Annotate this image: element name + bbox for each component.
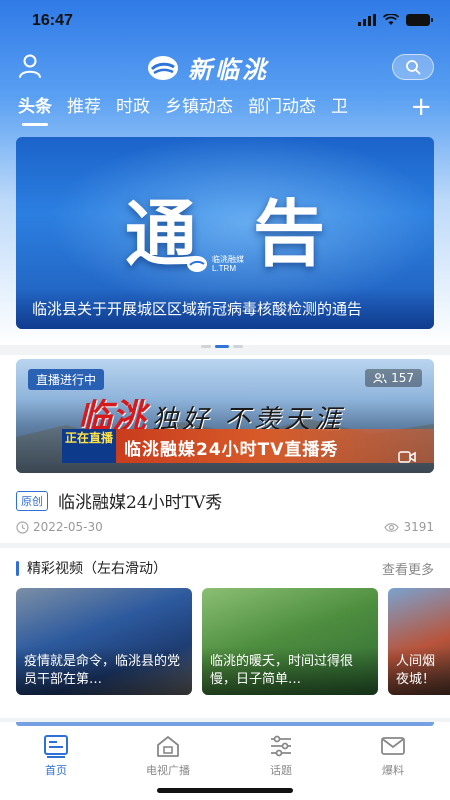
- status-time: 16:47: [32, 12, 73, 29]
- featured-videos-section: 精彩视频（左右滑动） 查看更多 疫情就是命令，临洮县的党员干部在第… 临洮的暖夭…: [0, 548, 450, 718]
- eye-icon: [384, 522, 400, 532]
- live-status-tag: 直播进行中: [28, 369, 105, 390]
- mail-icon: [381, 737, 405, 755]
- carousel-indicator: [201, 345, 243, 348]
- live-strip-badge: 正在直播: [62, 429, 116, 463]
- add-channel-button[interactable]: +: [410, 92, 432, 122]
- video-camera-icon: [398, 451, 416, 463]
- brand-name: 新临洮: [188, 55, 269, 84]
- tabbar-divider: [16, 722, 434, 726]
- tab-tv-radio-label: 电视广播: [146, 764, 190, 777]
- tv-broadcast-icon: [157, 736, 179, 757]
- channel-tabs: 头条 推荐 时政 乡镇动态 部门动态 卫 +: [0, 90, 450, 128]
- viewer-count: 157: [391, 371, 414, 385]
- tab-health[interactable]: 卫: [331, 90, 348, 124]
- original-badge: 原创: [16, 490, 48, 511]
- channel-tab-strip: 头条 推荐 时政 乡镇动态 部门动态 卫: [18, 90, 398, 128]
- banner-caption: 临洮县关于开展城区区域新冠病毒核酸检测的通告: [16, 289, 434, 329]
- user-icon[interactable]: [16, 52, 44, 80]
- status-icons: [358, 14, 433, 26]
- videos-title: 精彩视频（左右滑动）: [16, 558, 167, 578]
- live-strip: 正在直播 临洮融媒24小时TV直播秀: [62, 429, 434, 463]
- tab-headlines[interactable]: 头条: [18, 90, 52, 126]
- live-stream-thumbnail[interactable]: 临洮 独好 不羡天涯 正在直播 临洮融媒24小时TV直播秀 直播进行中 157: [16, 359, 434, 473]
- viewers-icon: [373, 372, 387, 383]
- video-caption: 疫情就是命令，临洮县的党员干部在第…: [16, 647, 192, 695]
- view-count-text: 3191: [403, 520, 434, 534]
- video-card[interactable]: 临洮的暖夭，时间过得很慢，日子简单…: [202, 588, 378, 695]
- video-card[interactable]: 人间烟夜城！: [388, 588, 450, 695]
- clock-icon: [16, 520, 29, 534]
- top-bar: 新临洮: [0, 48, 450, 84]
- publish-date: 2022-05-30: [16, 520, 103, 534]
- tab-home-label: 首页: [45, 764, 67, 777]
- tab-recommend[interactable]: 推荐: [67, 90, 101, 124]
- viewer-count-tag: 157: [365, 369, 422, 387]
- tab-department-news[interactable]: 部门动态: [248, 90, 316, 124]
- live-stream-card[interactable]: 临洮 独好 不羡天涯 正在直播 临洮融媒24小时TV直播秀 直播进行中 157 …: [0, 355, 450, 543]
- search-button[interactable]: [392, 54, 434, 80]
- tab-tips[interactable]: 爆料: [358, 734, 428, 778]
- live-headline[interactable]: 原创 临洮融媒24小时TV秀: [16, 488, 222, 513]
- section-accent-bar: [16, 560, 19, 576]
- home-news-icon: [44, 735, 68, 758]
- signal-icon: [358, 14, 376, 26]
- headline-banner[interactable]: 通告 临洮融媒 L.TRM 临洮县关于开展城区区域新冠病毒核酸检测的通告: [16, 137, 434, 329]
- videos-title-text: 精彩视频（左右滑动）: [27, 561, 167, 577]
- topics-sliders-icon: [271, 735, 291, 757]
- media-logo-icon: [187, 256, 207, 272]
- tab-politics[interactable]: 时政: [116, 90, 150, 124]
- wifi-icon: [383, 14, 399, 25]
- video-caption: 临洮的暖夭，时间过得很慢，日子简单…: [202, 647, 378, 695]
- brand-logo-icon: [148, 55, 178, 80]
- tab-topics[interactable]: 话题: [246, 734, 316, 778]
- videos-header: 精彩视频（左右滑动） 查看更多: [16, 558, 434, 578]
- live-strip-text: 临洮融媒24小时TV直播秀: [124, 440, 339, 460]
- brand: 新临洮: [146, 50, 269, 85]
- live-meta: 2022-05-30 3191: [16, 520, 434, 534]
- tab-tips-label: 爆料: [382, 764, 404, 777]
- video-card[interactable]: 疫情就是命令，临洮县的党员干部在第…: [16, 588, 192, 695]
- home-indicator: [157, 788, 293, 793]
- carousel-dot: [201, 345, 211, 348]
- tab-township-news[interactable]: 乡镇动态: [165, 90, 233, 124]
- video-caption: 人间烟夜城！: [388, 647, 450, 695]
- media-logo-cn: 临洮融媒: [212, 255, 244, 264]
- tab-topics-label: 话题: [270, 764, 292, 777]
- carousel-dot: [233, 345, 243, 348]
- view-count: 3191: [384, 520, 434, 534]
- see-more-link[interactable]: 查看更多: [382, 559, 434, 578]
- tab-home[interactable]: 首页: [21, 734, 91, 778]
- status-bar: 16:47: [0, 0, 450, 44]
- media-logo-en: L.TRM: [212, 264, 236, 273]
- banner-media-logo: 临洮融媒 L.TRM: [186, 255, 244, 273]
- carousel-dot-active: [215, 345, 229, 348]
- battery-icon: [406, 14, 433, 26]
- search-icon: [406, 60, 421, 75]
- live-title: 临洮融媒24小时TV秀: [58, 493, 223, 513]
- publish-date-text: 2022-05-30: [33, 520, 103, 534]
- tab-tv-radio[interactable]: 电视广播: [133, 734, 203, 778]
